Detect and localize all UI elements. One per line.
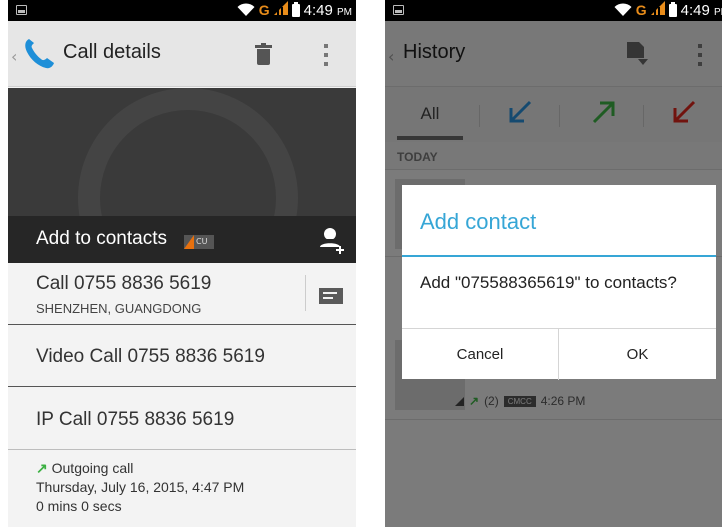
status-time: 4:49 PM: [303, 1, 352, 19]
add-to-contacts-label: Add to contacts: [36, 228, 167, 249]
battery-icon: [291, 1, 300, 17]
action-bar: ‹ Call details: [8, 21, 356, 87]
history-screen: G 4:49 PM ‹ History All: [385, 0, 722, 527]
wifi-icon: [614, 3, 632, 17]
add-to-contacts-bar[interactable]: Add to contacts CU: [8, 216, 356, 263]
signal-icon: [273, 1, 288, 19]
dialog-message: Add "075588365619" to contacts?: [420, 273, 677, 292]
dialog-title: Add contact: [420, 209, 537, 234]
cancel-button[interactable]: Cancel: [402, 329, 559, 380]
call-type: ↗ Outgoing call: [36, 460, 134, 476]
page-title: Call details: [63, 41, 161, 63]
call-datetime: Thursday, July 16, 2015, 4:47 PM: [36, 479, 245, 495]
notification-icon: [16, 5, 27, 15]
network-type-icon: G: [258, 2, 270, 18]
phone-app-icon[interactable]: [22, 37, 56, 73]
battery-icon: [668, 1, 677, 17]
call-details-screen: G 4:49 PM ‹ Call details Add to contacts…: [8, 0, 356, 527]
call-duration: 0 mins 0 secs: [36, 498, 122, 514]
wifi-icon: [237, 3, 255, 17]
signal-icon: [650, 1, 665, 19]
back-chevron-icon[interactable]: ‹: [11, 47, 17, 66]
call-number: Call 0755 8836 5619: [36, 273, 212, 294]
overflow-menu-icon[interactable]: [324, 44, 328, 66]
call-location: SHENZHEN, GUANGDONG: [36, 301, 202, 316]
status-bar: G 4:49 PM: [385, 0, 722, 21]
call-info: ↗ Outgoing call Thursday, July 16, 2015,…: [8, 450, 356, 527]
ok-button[interactable]: OK: [559, 329, 716, 380]
status-bar: G 4:49 PM: [8, 0, 356, 21]
video-call-row[interactable]: Video Call 0755 8836 5619: [8, 325, 356, 386]
ip-call-row[interactable]: IP Call 0755 8836 5619: [8, 387, 356, 449]
carrier-badge: CU: [184, 235, 214, 249]
notification-icon: [393, 5, 404, 15]
add-contact-icon[interactable]: [320, 227, 344, 255]
outgoing-call-icon: ↗: [36, 460, 48, 476]
message-icon[interactable]: [319, 288, 343, 304]
ip-call-number: IP Call 0755 8836 5619: [36, 409, 235, 430]
call-row[interactable]: Call 0755 8836 5619 SHENZHEN, GUANGDONG: [8, 263, 356, 324]
video-call-number: Video Call 0755 8836 5619: [36, 346, 265, 367]
add-contact-dialog: Add contact Add "075588365619" to contac…: [402, 185, 716, 380]
status-time: 4:49 PM: [680, 1, 722, 19]
network-type-icon: G: [635, 2, 647, 18]
delete-icon[interactable]: [255, 43, 272, 65]
